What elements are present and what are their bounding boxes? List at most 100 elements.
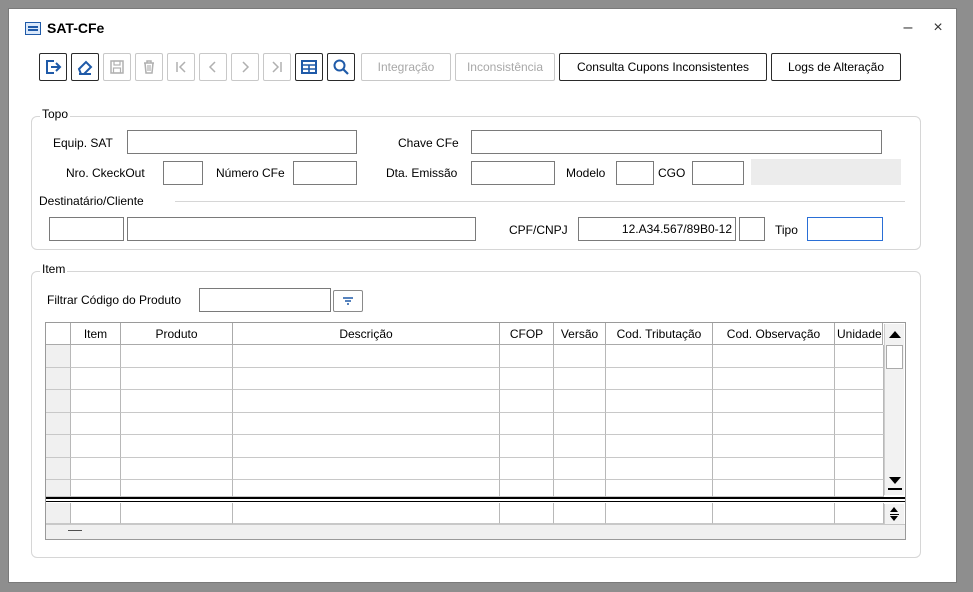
- grid-vertical-scrollbar[interactable]: [884, 324, 904, 495]
- grid-cell[interactable]: [713, 480, 835, 497]
- row-indicator-cell[interactable]: [46, 367, 71, 390]
- grid-cell[interactable]: [233, 412, 500, 435]
- next-record-button[interactable]: [231, 53, 259, 81]
- minimize-button[interactable]: –: [897, 18, 919, 38]
- grid-cell[interactable]: [835, 345, 884, 368]
- grid-cell[interactable]: [606, 412, 713, 435]
- grid-cell[interactable]: [554, 345, 606, 368]
- exit-button[interactable]: [39, 53, 67, 81]
- row-indicator-cell[interactable]: [46, 480, 71, 497]
- spin-down-icon[interactable]: [890, 516, 898, 521]
- inconsistencia-button[interactable]: Inconsistência: [455, 53, 555, 81]
- column-header-produto[interactable]: Produto: [121, 323, 233, 345]
- grid-cell[interactable]: [71, 412, 121, 435]
- dta-emissao-input[interactable]: [471, 161, 555, 185]
- scroll-down-arrow-icon[interactable]: [889, 477, 901, 484]
- modelo-input[interactable]: [616, 161, 654, 185]
- integracao-button[interactable]: Integração: [361, 53, 451, 81]
- row-indicator-cell[interactable]: [46, 412, 71, 435]
- grid-cell[interactable]: [121, 367, 233, 390]
- numero-cfe-input[interactable]: [293, 161, 357, 185]
- grid-cell[interactable]: [500, 345, 554, 368]
- grid-cell[interactable]: [121, 480, 233, 497]
- nro-checkout-input[interactable]: [163, 161, 203, 185]
- row-indicator-cell[interactable]: [46, 345, 71, 368]
- grid-cell[interactable]: [121, 345, 233, 368]
- grid-cell[interactable]: [606, 345, 713, 368]
- grid-cell[interactable]: [71, 480, 121, 497]
- cpf-cnpj-digit-input[interactable]: [739, 217, 765, 241]
- grid-cell[interactable]: [233, 345, 500, 368]
- grid-cell[interactable]: [835, 435, 884, 458]
- row-indicator-cell[interactable]: [46, 457, 71, 480]
- grid-cell[interactable]: [554, 367, 606, 390]
- grid-cell[interactable]: [606, 435, 713, 458]
- filter-button[interactable]: [333, 290, 363, 312]
- cpf-cnpj-input[interactable]: 12.A34.567/89B0-12: [578, 217, 736, 241]
- grid-cell[interactable]: [713, 345, 835, 368]
- tipo-input[interactable]: [807, 217, 883, 241]
- column-header-descricao[interactable]: Descrição: [233, 323, 500, 345]
- row-indicator-cell[interactable]: [46, 390, 71, 413]
- destinatario-code-input[interactable]: [49, 217, 124, 241]
- grid-cell[interactable]: [233, 367, 500, 390]
- row-indicator-cell[interactable]: [46, 435, 71, 458]
- grid-cell[interactable]: [554, 435, 606, 458]
- grid-cell[interactable]: [606, 457, 713, 480]
- grid-cell[interactable]: [606, 390, 713, 413]
- grid-cell[interactable]: [835, 457, 884, 480]
- filter-product-input[interactable]: [199, 288, 331, 312]
- grid-view-button[interactable]: [295, 53, 323, 81]
- grid-cell[interactable]: [713, 367, 835, 390]
- grid-cell[interactable]: [233, 390, 500, 413]
- grid-cell[interactable]: [606, 367, 713, 390]
- totals-spin[interactable]: [884, 504, 904, 524]
- grid-cell[interactable]: [500, 367, 554, 390]
- grid-cell[interactable]: [554, 390, 606, 413]
- grid-cell[interactable]: [500, 480, 554, 497]
- consulta-cupons-button[interactable]: Consulta Cupons Inconsistentes: [559, 53, 767, 81]
- grid-cell[interactable]: [835, 367, 884, 390]
- destinatario-name-input[interactable]: [127, 217, 476, 241]
- grid-cell[interactable]: [233, 435, 500, 458]
- grid-cell[interactable]: [233, 480, 500, 497]
- grid-cell[interactable]: [500, 435, 554, 458]
- save-button[interactable]: [103, 53, 131, 81]
- close-button[interactable]: ×: [927, 18, 949, 38]
- grid-cell[interactable]: [71, 367, 121, 390]
- grid-cell[interactable]: [554, 480, 606, 497]
- column-header-versao[interactable]: Versão: [554, 323, 606, 345]
- grid-cell[interactable]: [121, 457, 233, 480]
- scroll-thumb[interactable]: [886, 345, 903, 369]
- grid-cell[interactable]: [71, 345, 121, 368]
- grid-cell[interactable]: [554, 457, 606, 480]
- spin-up-icon[interactable]: [890, 507, 898, 512]
- grid-cell[interactable]: [606, 480, 713, 497]
- grid-cell[interactable]: [500, 390, 554, 413]
- grid-cell[interactable]: [713, 390, 835, 413]
- grid-cell[interactable]: [71, 435, 121, 458]
- last-record-button[interactable]: [263, 53, 291, 81]
- grid-cell[interactable]: [835, 390, 884, 413]
- grid-cell[interactable]: [121, 435, 233, 458]
- search-button[interactable]: [327, 53, 355, 81]
- column-header-unidade[interactable]: Unidade: [835, 323, 883, 345]
- delete-button[interactable]: [135, 53, 163, 81]
- grid-cell[interactable]: [71, 457, 121, 480]
- grid-cell[interactable]: [713, 457, 835, 480]
- grid-cell[interactable]: [121, 412, 233, 435]
- equip-sat-input[interactable]: [127, 130, 357, 154]
- cgo-input[interactable]: [692, 161, 744, 185]
- scroll-up-arrow-icon[interactable]: [889, 331, 901, 338]
- first-record-button[interactable]: [167, 53, 195, 81]
- grid-cell[interactable]: [713, 412, 835, 435]
- grid-cell[interactable]: [121, 390, 233, 413]
- items-grid[interactable]: Item Produto Descrição CFOP Versão Cod. …: [45, 322, 906, 540]
- column-header-cfop[interactable]: CFOP: [500, 323, 554, 345]
- grid-cell[interactable]: [835, 480, 884, 497]
- grid-cell[interactable]: [500, 412, 554, 435]
- grid-cell[interactable]: [835, 412, 884, 435]
- clear-button[interactable]: [71, 53, 99, 81]
- column-header-item[interactable]: Item: [71, 323, 121, 345]
- grid-cell[interactable]: [233, 457, 500, 480]
